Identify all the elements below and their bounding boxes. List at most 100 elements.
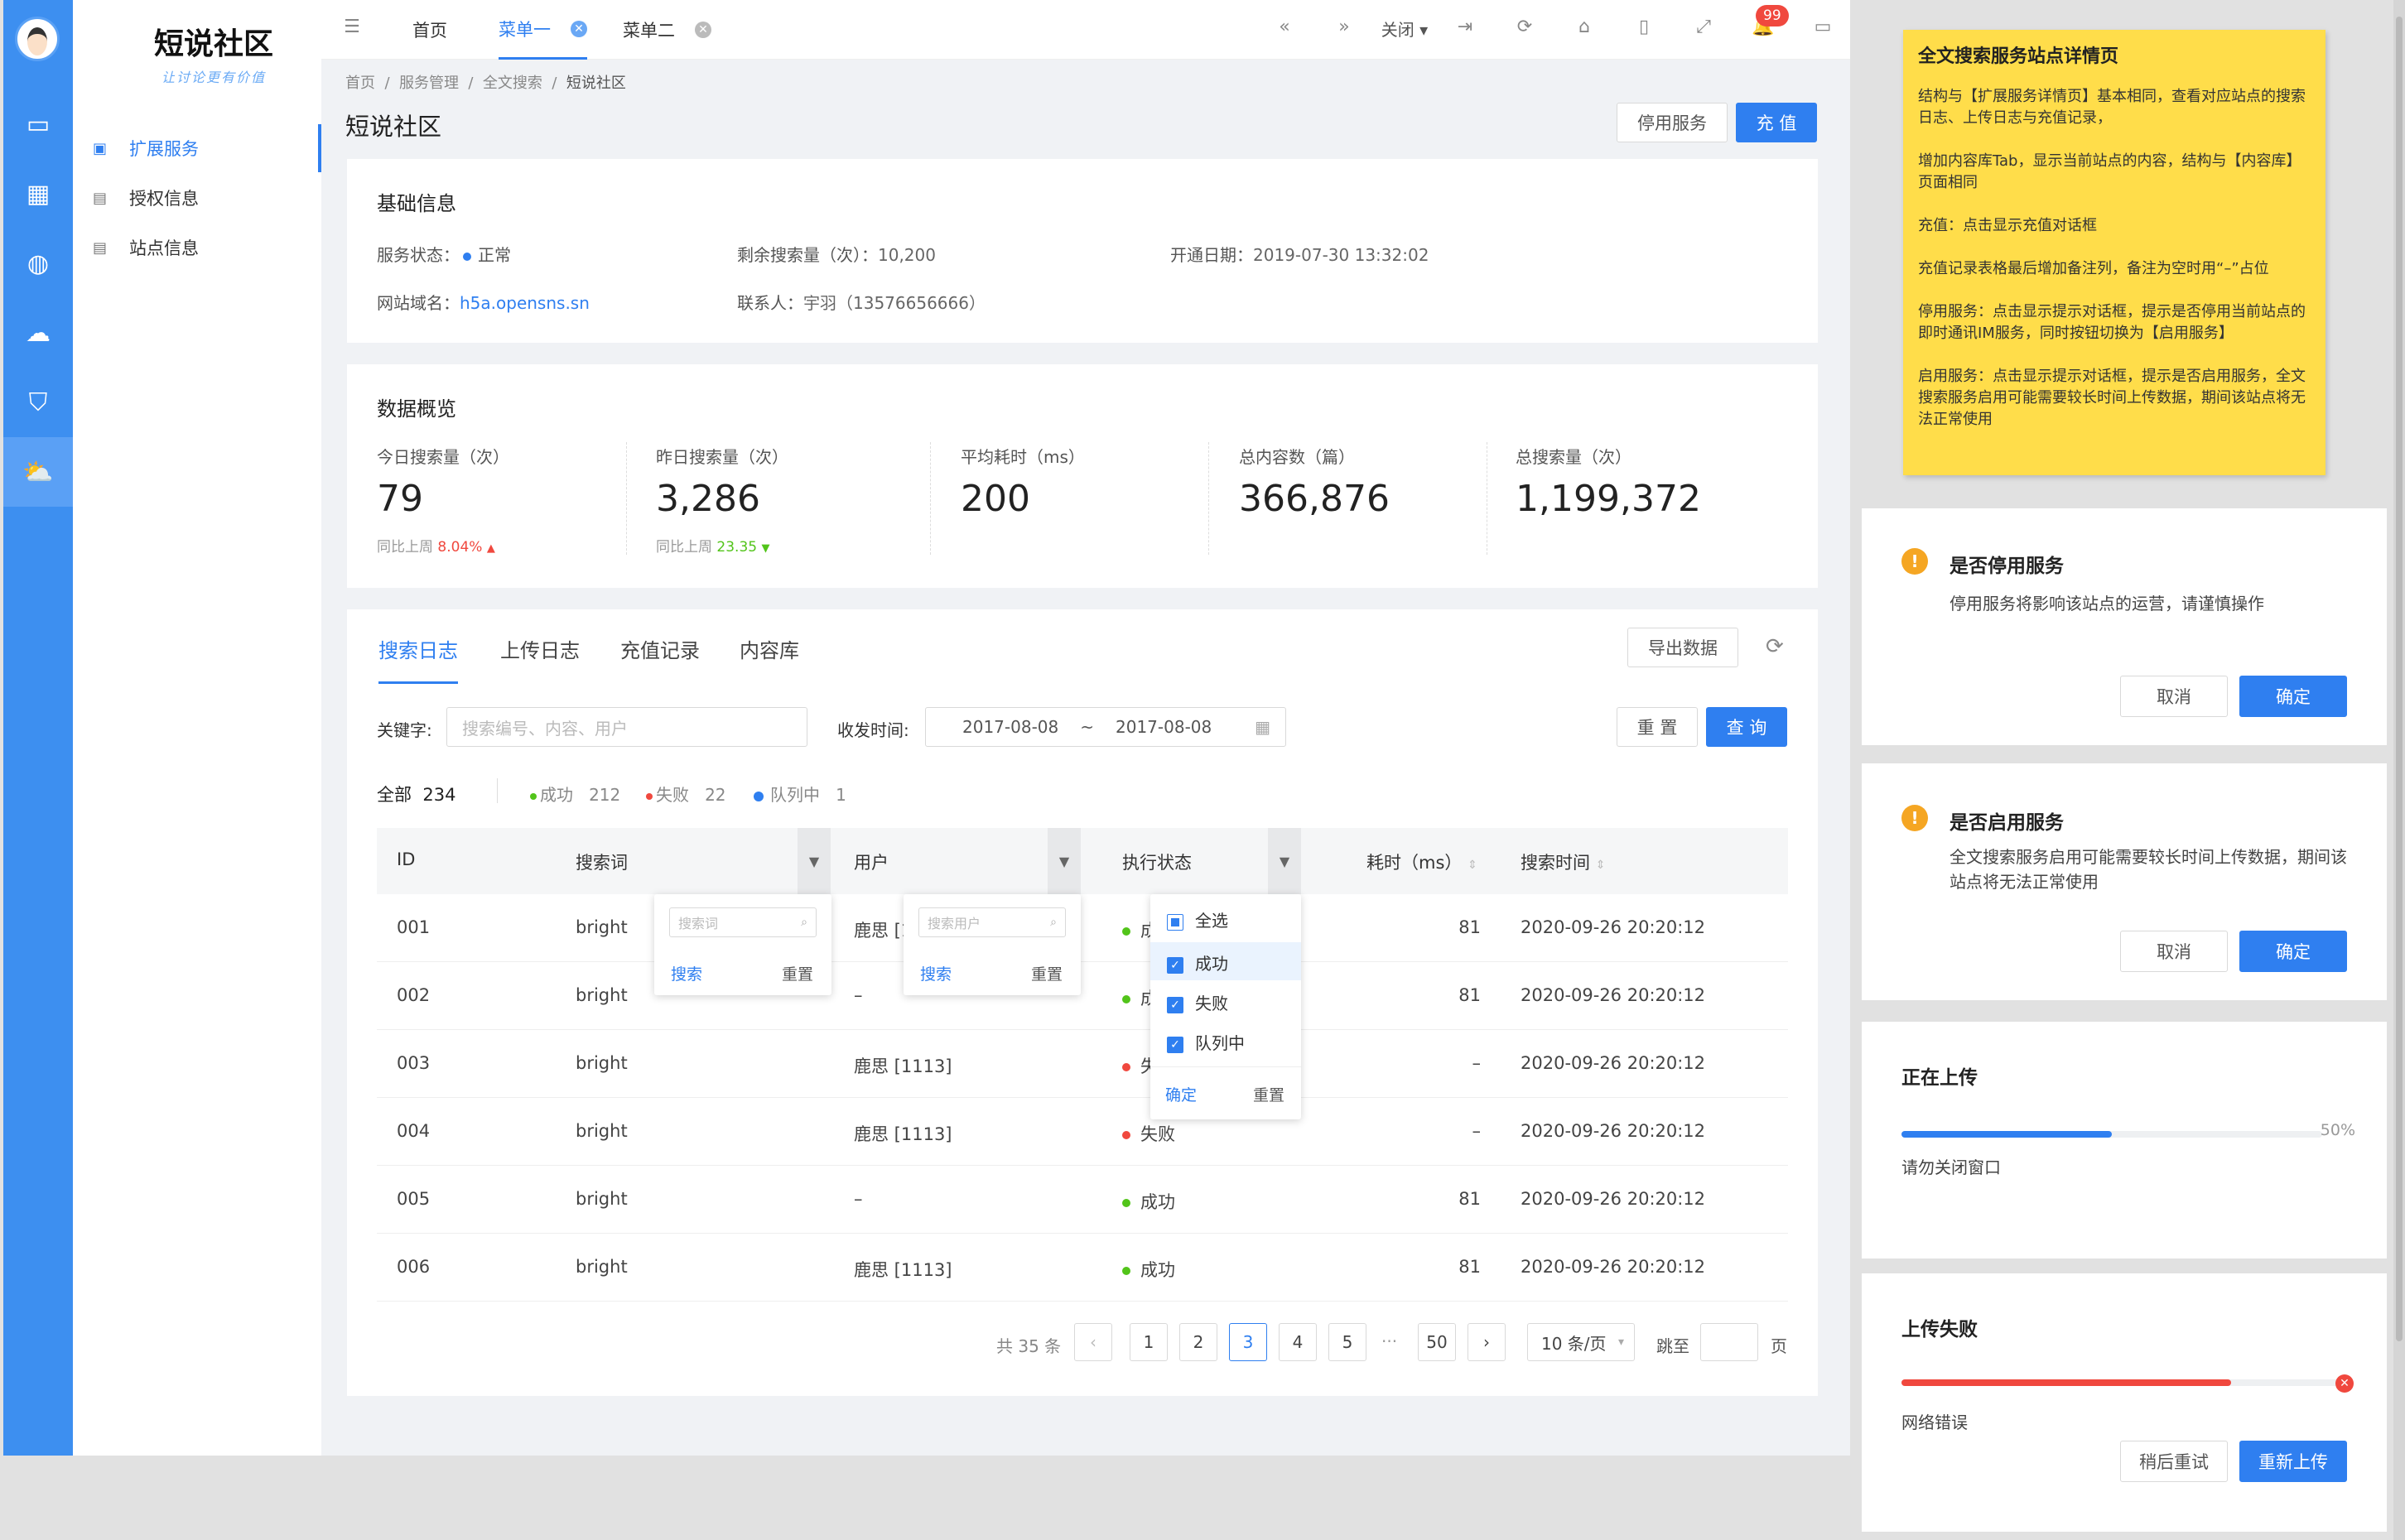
cancel-button[interactable]: 取消 (2120, 931, 2228, 972)
export-button[interactable]: 导出数据 (1627, 628, 1738, 667)
collapse-menu-icon[interactable]: ☰ (340, 17, 364, 43)
retry-later-button[interactable]: 稍后重试 (2120, 1441, 2228, 1482)
upload-failed-dialog: 上传失败 ✕ 网络错误 稍后重试 重新上传 (1862, 1273, 2387, 1532)
scrollbar[interactable] (2393, 0, 2405, 1540)
reupload-button[interactable]: 重新上传 (2239, 1441, 2347, 1482)
tab-menu-two[interactable]: 菜单二 ✕ (623, 0, 711, 60)
user-filter-input[interactable]: 搜索用户 ⌕ (918, 907, 1066, 937)
menu-item-license[interactable]: ▤ 授权信息 (73, 174, 321, 222)
jump-input[interactable] (1700, 1323, 1758, 1361)
prev-page-button[interactable]: ‹ (1074, 1323, 1112, 1361)
page-button[interactable]: 2 (1179, 1323, 1217, 1361)
breadcrumb-item[interactable]: 服务管理 (399, 75, 459, 92)
date-separator: ~ (1080, 717, 1094, 737)
breadcrumb-item[interactable]: 全文搜索 (483, 75, 542, 92)
summary-success[interactable]: 成功 212 (530, 782, 620, 806)
scroll-right-icon[interactable]: » (1332, 17, 1357, 43)
filter-icon[interactable]: ▼ (1048, 828, 1081, 894)
cloud-service-icon[interactable]: ⛅ (3, 437, 73, 507)
panel-icon[interactable]: ▭ (1810, 17, 1835, 43)
term-filter-popup: 搜索词 ⌕ 搜索 重置 (654, 894, 831, 995)
page-button[interactable]: 5 (1328, 1323, 1366, 1361)
close-dropdown-label: 关闭 (1381, 20, 1415, 40)
tab-recharge-record[interactable]: 充值记录 (620, 634, 700, 663)
confirm-button[interactable]: 确定 (2239, 676, 2347, 717)
progress-percent: 50% (2320, 1121, 2355, 1139)
select-all-option[interactable]: 全选 (1167, 907, 1228, 931)
close-tab-icon[interactable]: ✕ (571, 20, 587, 37)
menu-item-extension[interactable]: ▣ 扩展服务 (73, 124, 321, 172)
page-button[interactable]: 1 (1130, 1323, 1168, 1361)
column-cost[interactable]: 耗时（ms） ⇕ (1366, 849, 1477, 874)
user-filter-reset[interactable]: 重置 (1031, 962, 1063, 984)
term-filter-reset[interactable]: 重置 (782, 962, 813, 984)
tab-upload-log[interactable]: 上传日志 (500, 634, 580, 663)
cancel-button[interactable]: 取消 (2120, 676, 2228, 717)
keyword-input[interactable]: 搜索编号、内容、用户 (446, 707, 807, 747)
tab-label: 菜单二 (623, 21, 675, 41)
reset-button[interactable]: 重 置 (1617, 707, 1698, 747)
stop-service-button[interactable]: 停用服务 (1617, 103, 1728, 142)
summary-queue[interactable]: 队列中 1 (754, 782, 846, 806)
page-button-current[interactable]: 3 (1229, 1323, 1267, 1361)
exit-icon[interactable]: ⇥ (1453, 17, 1477, 43)
page-ellipsis[interactable]: ··· (1381, 1331, 1397, 1351)
query-button[interactable]: 查 询 (1706, 707, 1787, 747)
sort-icon: ⇕ (1595, 859, 1606, 872)
cell-id: 005 (397, 1189, 431, 1209)
warning-icon: ! (1901, 805, 1928, 831)
breadcrumb-item[interactable]: 首页 (345, 75, 375, 92)
trend-up-icon: ▲ (486, 542, 495, 555)
status-option-queue[interactable]: ✓ 队列中 (1167, 1030, 1245, 1054)
summary-fail[interactable]: 失败 22 (646, 782, 726, 806)
shield-icon[interactable]: ⛉ (3, 368, 73, 437)
status-text: 成功 (1140, 1192, 1175, 1212)
divider (1208, 442, 1209, 555)
option-label: 全选 (1195, 911, 1228, 931)
grid-icon[interactable]: ▦ (3, 159, 73, 229)
mobile-icon[interactable]: ▯ (1631, 17, 1656, 43)
tab-menu-one[interactable]: 菜单一 ✕ (499, 0, 587, 60)
refresh-icon[interactable]: ⟳ (1766, 634, 1784, 659)
menu-item-site[interactable]: ▤ 站点信息 (73, 224, 321, 272)
home-icon[interactable]: ⌂ (1572, 17, 1597, 43)
recharge-button[interactable]: 充 值 (1736, 103, 1817, 142)
scroll-left-icon[interactable]: « (1272, 17, 1297, 43)
domain-link[interactable]: h5a.opensns.sn (460, 293, 590, 313)
cloud-icon[interactable]: ☁ (3, 298, 73, 368)
tab-search-log[interactable]: 搜索日志 (378, 634, 458, 684)
cell-term: bright (576, 917, 628, 937)
filter-icon[interactable]: ▼ (798, 828, 831, 894)
page-button[interactable]: 4 (1279, 1323, 1317, 1361)
confirm-button[interactable]: 确定 (2239, 931, 2347, 972)
filter-icon[interactable]: ▼ (1268, 828, 1301, 894)
page-size-select[interactable]: 10 条/页 ▾ (1527, 1323, 1635, 1361)
cell-user: 鹿思 [1113] (854, 1124, 952, 1144)
page-button[interactable]: 50 (1418, 1323, 1456, 1361)
next-page-button[interactable]: › (1468, 1323, 1506, 1361)
avatar[interactable] (15, 17, 60, 61)
close-dropdown[interactable]: 关闭 ▾ (1371, 17, 1438, 43)
scrollbar-thumb[interactable] (2396, 17, 2403, 1341)
column-time[interactable]: 搜索时间 ⇕ (1521, 849, 1605, 874)
status-option-fail[interactable]: ✓ 失败 (1167, 990, 1228, 1014)
fullscreen-icon[interactable]: ⤢ (1691, 17, 1716, 43)
doc-icon: ▤ (93, 238, 108, 257)
globe-icon[interactable]: ◍ (3, 229, 73, 298)
term-filter-input[interactable]: 搜索词 ⌕ (669, 907, 817, 937)
tab-home[interactable]: 首页 (412, 0, 447, 60)
user-filter-search[interactable]: 搜索 (920, 962, 952, 984)
close-tab-icon[interactable]: ✕ (695, 22, 711, 38)
stop-service-dialog: ! 是否停用服务 停用服务将影响该站点的运营，请谨慎操作 取消 确定 (1862, 508, 2387, 745)
status-option-success[interactable]: ✓ 成功 (1150, 942, 1301, 980)
status-filter-reset[interactable]: 重置 (1253, 1083, 1284, 1105)
refresh-icon[interactable]: ⟳ (1512, 17, 1537, 43)
status-text: 失败 (1140, 1124, 1175, 1144)
status-filter-confirm[interactable]: 确定 (1165, 1083, 1197, 1105)
monitor-icon[interactable]: ▭ (3, 89, 73, 159)
term-filter-search[interactable]: 搜索 (671, 962, 702, 984)
cell-user: 鹿思 [1113] (854, 1260, 952, 1280)
date-range-picker[interactable]: 2017-08-08 ~ 2017-08-08 ▦ (925, 707, 1286, 747)
summary-all[interactable]: 全部 234 (377, 782, 455, 806)
tab-content-library[interactable]: 内容库 (740, 634, 799, 663)
